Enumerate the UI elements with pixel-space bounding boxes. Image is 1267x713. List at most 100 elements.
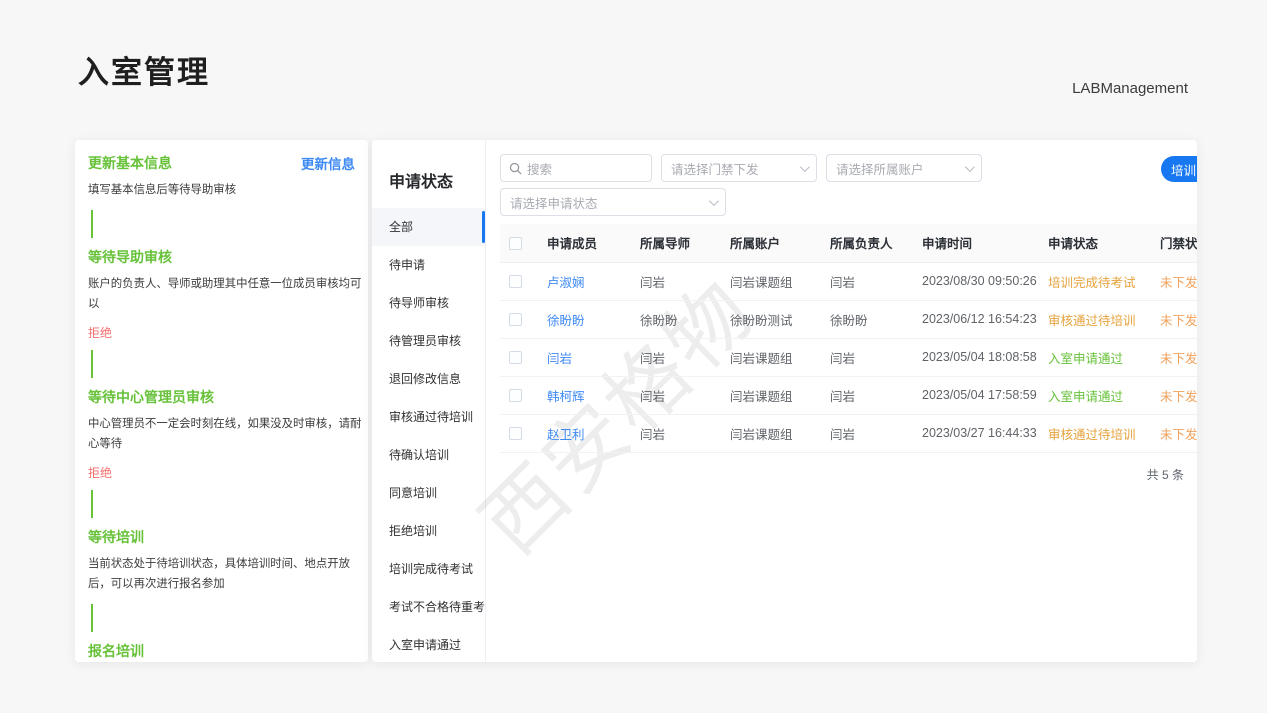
- sidebar-item-label: 退回修改信息: [389, 372, 461, 386]
- chevron-down-icon: [800, 162, 810, 172]
- gate-status-cell: 未下发: [1151, 262, 1197, 300]
- chevron-down-icon: [709, 196, 719, 206]
- step-description: 当前状态处于待培训状态，具体培训时间、地点开放后，可以再次进行报名参加: [88, 554, 363, 595]
- step-description: 中心管理员不一定会时刻在线，如果没及时审核，请耐心等待: [88, 414, 363, 455]
- status-filter-placeholder: 请选择申请状态: [510, 193, 598, 212]
- column-header: 申请成员: [538, 224, 631, 262]
- table-row: 卢淑娴 闫岩 闫岩课题组 闫岩 2023/08/30 09:50:26 培训完成…: [500, 262, 1197, 300]
- mentor-cell: 闫岩: [631, 414, 721, 452]
- sidebar-item[interactable]: 待确认培训: [372, 436, 485, 474]
- sidebar-title: 申请状态: [372, 168, 485, 208]
- search-icon: [509, 162, 522, 175]
- search-input[interactable]: 搜索: [500, 154, 652, 182]
- apply-status-cell: 入室申请通过: [1039, 376, 1151, 414]
- column-header: 所属负责人: [821, 224, 913, 262]
- step-title: 等待导助审核: [88, 247, 172, 267]
- member-link[interactable]: 赵卫利: [547, 428, 585, 442]
- sidebar-item[interactable]: 培训完成待考试: [372, 550, 485, 588]
- chevron-down-icon: [965, 162, 975, 172]
- member-link[interactable]: 徐盼盼: [547, 314, 585, 328]
- column-header: 门禁状态: [1151, 224, 1197, 262]
- sidebar-item[interactable]: 考试不合格待重考: [372, 588, 485, 626]
- timeline-connector: [91, 350, 93, 378]
- account-cell: 徐盼盼测试: [721, 300, 821, 338]
- member-link[interactable]: 卢淑娴: [547, 276, 585, 290]
- status-filter-select[interactable]: 请选择申请状态: [500, 188, 726, 216]
- flow-panel: 更新基本信息 更新信息 填写基本信息后等待导助审核 等待导助审核 账户的负责人、…: [75, 140, 368, 662]
- gate-filter-select[interactable]: 请选择门禁下发: [661, 154, 817, 182]
- flow-step: 报名培训 中心管理员发布培训通知后，系统会在此流程中显示跟培训的相关信息，同时您…: [88, 641, 363, 662]
- gate-filter-placeholder: 请选择门禁下发: [671, 159, 759, 178]
- reject-label: 拒绝: [88, 324, 363, 341]
- apply-status-cell: 审核通过待培训: [1039, 300, 1151, 338]
- row-checkbox[interactable]: [509, 275, 522, 288]
- step-title: 等待培训: [88, 527, 144, 547]
- brand-label: LABManagement: [1072, 80, 1188, 97]
- flow-step: 等待培训 当前状态处于待培训状态，具体培训时间、地点开放后，可以再次进行报名参加: [88, 527, 363, 632]
- timeline-connector: [91, 490, 93, 518]
- row-checkbox[interactable]: [509, 427, 522, 440]
- status-sidebar: 申请状态 全部 待申请 待导师审核 待管理员审核 退回修改信息 审核通过待培训 …: [372, 140, 486, 662]
- sidebar-item[interactable]: 审核通过待培训: [372, 398, 485, 436]
- gate-status-cell: 未下发: [1151, 414, 1197, 452]
- mentor-cell: 闫岩: [631, 338, 721, 376]
- sidebar-item[interactable]: 同意培训: [372, 474, 485, 512]
- row-checkbox[interactable]: [509, 313, 522, 326]
- row-checkbox[interactable]: [509, 389, 522, 402]
- row-checkbox[interactable]: [509, 351, 522, 364]
- row-checkbox-cell: [500, 376, 538, 414]
- sidebar-item[interactable]: 待导师审核: [372, 284, 485, 322]
- page: 入室管理 LABManagement 更新基本信息 更新信息 填写基本信息后等待…: [0, 0, 1267, 713]
- training-exercises-button[interactable]: 培训习题: [1161, 156, 1197, 182]
- select-all-checkbox[interactable]: [509, 237, 522, 250]
- row-checkbox-cell: [500, 414, 538, 452]
- sidebar-item[interactable]: 待管理员审核: [372, 322, 485, 360]
- account-cell: 闫岩课题组: [721, 376, 821, 414]
- column-header: 申请时间: [913, 224, 1039, 262]
- member-link[interactable]: 闫岩: [547, 352, 572, 366]
- sidebar-item[interactable]: 拒绝培训: [372, 512, 485, 550]
- apply-status-cell: 审核通过待培训: [1039, 414, 1151, 452]
- sidebar-item[interactable]: 入室申请通过: [372, 626, 485, 662]
- apply-time-cell: 2023/06/12 16:54:23: [913, 300, 1039, 338]
- sidebar-items: 全部 待申请 待导师审核 待管理员审核 退回修改信息 审核通过待培训 待确认培训…: [372, 208, 485, 662]
- step-title: 等待中心管理员审核: [88, 387, 214, 407]
- member-link[interactable]: 韩柯辉: [547, 390, 585, 404]
- account-filter-select[interactable]: 请选择所属账户: [826, 154, 982, 182]
- flow-steps: 更新基本信息 更新信息 填写基本信息后等待导助审核 等待导助审核 账户的负责人、…: [88, 153, 363, 662]
- step-description: 账户的负责人、导师或助理其中任意一位成员审核均可以: [88, 274, 363, 315]
- sidebar-item-label: 审核通过待培训: [389, 410, 473, 424]
- flow-step: 等待中心管理员审核 中心管理员不一定会时刻在线，如果没及时审核，请耐心等待 拒绝: [88, 387, 363, 518]
- step-title: 更新基本信息: [88, 153, 172, 173]
- sidebar-item-label: 考试不合格待重考: [389, 600, 485, 614]
- table-header-row: 申请成员所属导师所属账户所属负责人申请时间申请状态门禁状态: [500, 224, 1197, 262]
- sidebar-item-label: 同意培训: [389, 486, 437, 500]
- mentor-cell: 闫岩: [631, 376, 721, 414]
- apply-time-cell: 2023/05/04 18:08:58: [913, 338, 1039, 376]
- sidebar-item[interactable]: 全部: [372, 208, 485, 246]
- select-all-cell: [500, 224, 538, 262]
- reject-label: 拒绝: [88, 464, 363, 481]
- sidebar-item-label: 培训完成待考试: [389, 562, 473, 576]
- update-info-link[interactable]: 更新信息: [301, 153, 355, 173]
- filter-row-1: 搜索 请选择门禁下发 请选择所属账户: [500, 154, 1197, 182]
- account-filter-placeholder: 请选择所属账户: [836, 159, 924, 178]
- apply-time-cell: 2023/03/27 16:44:33: [913, 414, 1039, 452]
- sidebar-item[interactable]: 退回修改信息: [372, 360, 485, 398]
- sidebar-item-label: 待管理员审核: [389, 334, 461, 348]
- mentor-cell: 徐盼盼: [631, 300, 721, 338]
- owner-cell: 徐盼盼: [821, 300, 913, 338]
- table-row: 闫岩 闫岩 闫岩课题组 闫岩 2023/05/04 18:08:58 入室申请通…: [500, 338, 1197, 376]
- owner-cell: 闫岩: [821, 338, 913, 376]
- account-cell: 闫岩课题组: [721, 262, 821, 300]
- owner-cell: 闫岩: [821, 262, 913, 300]
- sidebar-item-label: 拒绝培训: [389, 524, 437, 538]
- table-row: 赵卫利 闫岩 闫岩课题组 闫岩 2023/03/27 16:44:33 审核通过…: [500, 414, 1197, 452]
- page-title: 入室管理: [78, 47, 210, 92]
- content-area: 西安格物 搜索 请选择门禁下发 请选择所属账户: [486, 140, 1197, 662]
- row-checkbox-cell: [500, 338, 538, 376]
- gate-status-cell: 未下发: [1151, 376, 1197, 414]
- mentor-cell: 闫岩: [631, 262, 721, 300]
- table-row: 徐盼盼 徐盼盼 徐盼盼测试 徐盼盼 2023/06/12 16:54:23 审核…: [500, 300, 1197, 338]
- sidebar-item[interactable]: 待申请: [372, 246, 485, 284]
